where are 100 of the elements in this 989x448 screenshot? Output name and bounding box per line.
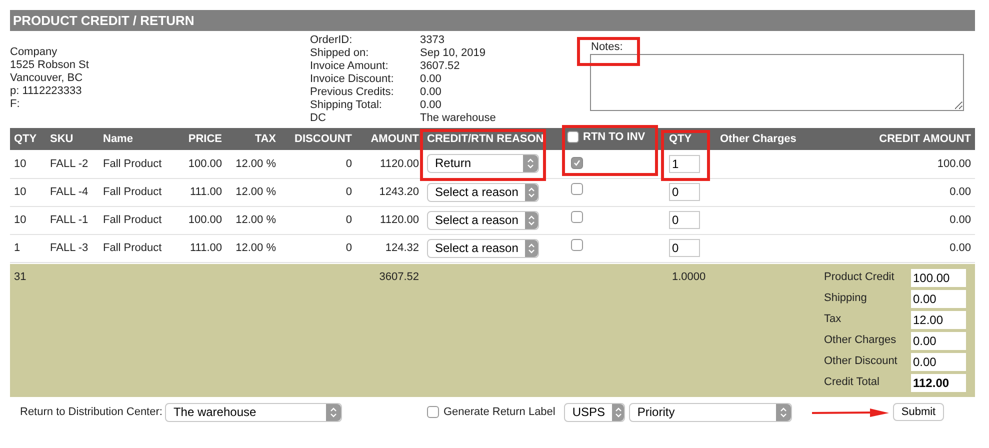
column-header: RTN TO INV — [583, 130, 646, 146]
total-return-qty: 1.0000 — [672, 270, 706, 282]
table-cell: 1 — [14, 242, 20, 254]
column-header: AMOUNT — [370, 132, 419, 145]
table-cell: 0.00 — [950, 242, 971, 254]
stepper-icon — [528, 186, 536, 198]
column-header: Name — [103, 132, 133, 145]
table-cell: 12.00 % — [236, 214, 276, 226]
total-amount: 3607.52 — [379, 270, 419, 282]
table-cell: 124.32 — [385, 242, 419, 254]
table-cell: 1243.20 — [379, 186, 419, 198]
reason-select[interactable]: Select a reason — [427, 182, 539, 202]
stepper-icon — [528, 214, 536, 226]
summary-field[interactable]: 100.00 — [911, 268, 966, 286]
table-cell: 100.00 — [188, 158, 222, 170]
info-value: 3607.52 — [420, 60, 460, 73]
column-header: QTY — [669, 132, 692, 145]
address-line: Vancouver, BC — [10, 72, 84, 85]
address-line: Company — [10, 46, 58, 59]
column-header: SKU — [50, 132, 74, 145]
table-cell: 111.00 — [190, 242, 222, 254]
table-cell: Fall Product — [103, 186, 162, 198]
checkbox[interactable] — [571, 239, 583, 252]
table-cell: FALL -1 — [50, 214, 88, 226]
table-cell: Fall Product — [103, 242, 162, 254]
column-header: DISCOUNT — [294, 132, 352, 145]
qty-field[interactable]: 0 — [669, 238, 700, 257]
reason-select[interactable]: Select a reason — [427, 210, 539, 230]
table-cell: 1120.00 — [380, 214, 419, 226]
table-cell: 10 — [14, 186, 26, 198]
stepper-icon — [527, 158, 534, 170]
page-title: PRODUCT CREDIT / RETURN — [13, 12, 194, 30]
summary-label: Other Charges — [824, 333, 898, 348]
checkbox[interactable] — [571, 156, 583, 168]
total-qty: 31 — [13, 270, 28, 284]
table-cell: 12.00 % — [236, 158, 276, 170]
info-label: OrderID: — [310, 34, 354, 47]
dc-select[interactable]: The warehouse — [165, 402, 342, 422]
column-header: CREDIT/RTN REASON — [427, 132, 544, 145]
table-cell: 0 — [346, 158, 352, 170]
qty-field[interactable]: 1 — [669, 154, 700, 172]
table-cell: 1120.00 — [380, 158, 419, 170]
table-cell: 111.00 — [190, 186, 222, 198]
table-cell: 100.00 — [188, 214, 222, 226]
summary-field[interactable]: 12.00 — [911, 310, 966, 328]
annotation-frame — [577, 37, 640, 66]
column-header: QTY — [14, 132, 37, 145]
reason-select[interactable]: Select a reason — [427, 238, 539, 258]
stepper-icon — [780, 406, 788, 418]
column-header: Other Charges — [720, 132, 796, 145]
table-cell: FALL -2 — [50, 158, 88, 170]
summary-field[interactable]: 0.00 — [911, 332, 966, 350]
info-value: 0.00 — [420, 86, 442, 99]
address-line: F: — [10, 98, 21, 111]
info-label: Invoice Discount: — [310, 73, 395, 86]
info-label: Previous Credits: — [310, 86, 395, 99]
info-value: 3373 — [420, 34, 444, 47]
address-line: 1525 Robson St — [10, 59, 90, 72]
summary-label: Other Discount — [824, 354, 898, 370]
table-cell: FALL -3 — [50, 242, 88, 254]
summary-label: Shipping — [824, 291, 868, 306]
info-value: The warehouse — [420, 112, 496, 125]
summary-label: Credit Total — [824, 375, 880, 390]
stepper-icon — [614, 406, 622, 418]
qty-field[interactable]: 0 — [669, 182, 700, 201]
qty-field[interactable]: 0 — [669, 210, 700, 229]
summary-label: Product Credit — [824, 270, 896, 286]
dc-label: Return to Distribution Center: — [20, 404, 162, 420]
notes-label: Notes: — [590, 41, 624, 54]
summary-field[interactable]: 0.00 — [911, 352, 966, 370]
checkbox[interactable] — [571, 211, 583, 224]
checkbox[interactable] — [427, 406, 440, 418]
annotation-frame — [661, 130, 710, 181]
stepper-icon — [528, 242, 536, 254]
summary-field[interactable]: 112.00 — [911, 374, 966, 392]
column-header: TAX — [254, 132, 276, 145]
generate-label-text: Generate Return Label — [443, 404, 556, 420]
table-cell: 10 — [14, 214, 26, 226]
carrier-select[interactable]: USPS — [564, 402, 626, 422]
info-label: Shipping Total: — [310, 99, 383, 112]
checkbox[interactable] — [571, 183, 583, 196]
reason-select[interactable]: Return — [427, 154, 539, 174]
checkmark-icon — [573, 158, 581, 166]
address-line: p: 1112223333 — [10, 85, 83, 98]
table-cell: Fall Product — [103, 214, 162, 226]
checkbox[interactable] — [567, 131, 579, 144]
summary-label: Tax — [824, 312, 842, 328]
info-value: 0.00 — [420, 73, 442, 86]
info-value: 0.00 — [420, 99, 442, 112]
table-cell: 0 — [346, 214, 352, 226]
info-label: Invoice Amount: — [310, 60, 390, 73]
table-cell: 0.00 — [950, 214, 971, 226]
service-select[interactable]: Priority — [629, 402, 792, 422]
notes-field[interactable] — [590, 54, 964, 111]
table-cell: FALL -4 — [50, 186, 88, 198]
column-header: PRICE — [188, 132, 222, 145]
info-label: Shipped on: — [310, 47, 370, 60]
table-cell: Fall Product — [103, 158, 162, 170]
summary-field[interactable]: 0.00 — [911, 290, 966, 308]
submit-button[interactable]: Submit — [893, 403, 944, 421]
